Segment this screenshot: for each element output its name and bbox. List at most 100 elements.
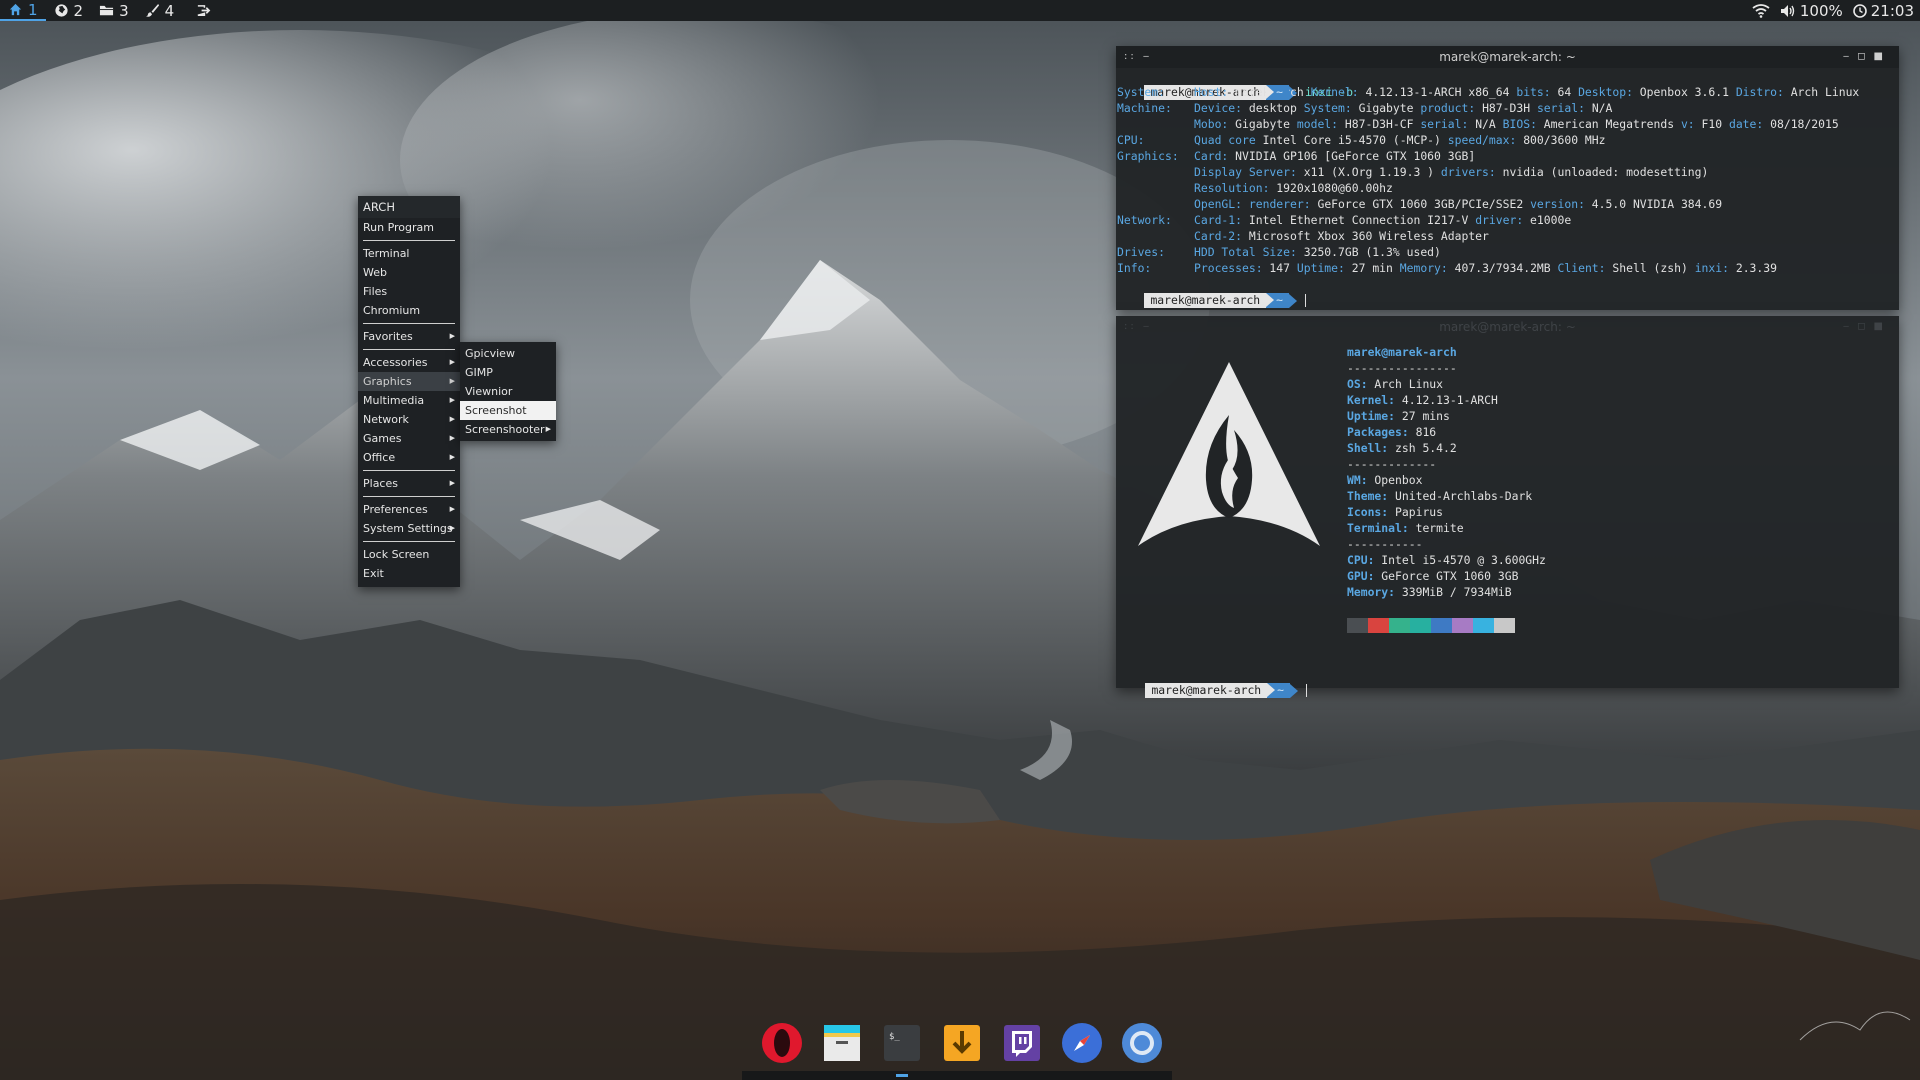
menu-item-places[interactable]: Places ▶ [358, 474, 460, 493]
inxi-value: 147 [1262, 261, 1297, 275]
menu-item-label: Files [363, 285, 388, 298]
workspace-4-button[interactable]: 4 [137, 0, 183, 21]
inxi-key: Card-1: [1194, 213, 1243, 227]
menu-item-games[interactable]: Games ▶ [358, 429, 460, 448]
color-swatch [1431, 618, 1452, 633]
wifi-indicator[interactable] [1752, 3, 1770, 18]
neofetch-rows-hardware: CPU: Intel i5-4570 @ 3.600GHz GPU: GeForc… [1347, 552, 1546, 600]
menu-item-web[interactable]: Web [358, 263, 460, 282]
dock-app-twitch[interactable] [998, 1019, 1046, 1067]
menu-item-label: Games [363, 432, 402, 445]
dock-app-terminal[interactable]: $_ [878, 1019, 926, 1067]
neofetch-row: WM: Openbox [1347, 472, 1546, 488]
inxi-value: 3250.7GB (1.3% used) [1296, 245, 1441, 259]
command-line: marek@marek-arch ~ inxi -b [1116, 68, 1899, 100]
prompt-user: marek@marek-arch [1145, 683, 1268, 698]
inxi-line: Display Server: x11 (X.Org 1.19.3 ) driv… [1116, 164, 1899, 180]
inxi-value: Gigabyte [1351, 101, 1421, 115]
dock-app-file-manager[interactable] [818, 1019, 866, 1067]
minimize-icon[interactable]: ‒ [1843, 51, 1857, 62]
maximize-icon[interactable]: ◻ [1857, 51, 1873, 62]
menu-item-network[interactable]: Network ▶ [358, 410, 460, 429]
terminal-titlebar[interactable]: :: ‒ marek@marek-arch: ~ ‒◻■ [1116, 46, 1899, 68]
color-swatch [1347, 618, 1368, 633]
dock-app-chromium[interactable] [1118, 1019, 1166, 1067]
neofetch-separator: ----------- [1347, 537, 1423, 551]
submenu-item-gimp[interactable]: GIMP [460, 363, 556, 382]
submenu-item-gpicview[interactable]: Gpicview [460, 344, 556, 363]
inxi-value: 2.3.39 [1728, 261, 1777, 275]
menu-item-chromium[interactable]: Chromium [358, 301, 460, 320]
neofetch-key: OS: [1347, 377, 1368, 391]
inxi-line: OpenGL: renderer: GeForce GTX 1060 3GB/P… [1116, 196, 1899, 212]
window-controls[interactable]: ‒◻■ [1843, 316, 1891, 338]
clock[interactable]: 21:03 [1852, 2, 1914, 20]
neofetch-row: Icons: Papirus [1347, 504, 1546, 520]
menu-item-label: Web [363, 266, 387, 279]
workspace-3-button[interactable]: 3 [91, 0, 137, 21]
inxi-key: Client: [1557, 261, 1606, 275]
terminal-window-neofetch[interactable]: :: ‒ marek@marek-arch: ~ ‒◻■ marek@marek… [1116, 316, 1899, 698]
neofetch-separator: ------------- [1347, 457, 1437, 471]
neofetch-row: GPU: GeForce GTX 1060 3GB [1347, 568, 1546, 584]
download-icon [944, 1025, 980, 1061]
close-icon[interactable]: ■ [1874, 321, 1891, 332]
inxi-value: Gigabyte [1228, 117, 1297, 131]
submenu-item-viewnior[interactable]: Viewnior [460, 382, 556, 401]
neofetch-value: Intel i5-4570 @ 3.600GHz [1374, 553, 1546, 567]
color-swatch [1494, 618, 1515, 633]
top-panel: 1 2 3 4 100% 21:03 [0, 0, 1920, 21]
menu-item-multimedia[interactable]: Multimedia ▶ [358, 391, 460, 410]
home-icon [9, 3, 22, 16]
inxi-value: N/A [1584, 101, 1613, 115]
terminal-titlebar[interactable]: :: ‒ marek@marek-arch: ~ ‒◻■ [1116, 316, 1899, 338]
maximize-icon[interactable]: ◻ [1857, 321, 1873, 332]
dock-app-safari[interactable] [1058, 1019, 1106, 1067]
menu-item-favorites[interactable]: Favorites ▶ [358, 327, 460, 346]
file-manager-icon [824, 1025, 860, 1061]
menu-item-label: Exit [363, 567, 384, 580]
inxi-value: desktop [1242, 101, 1304, 115]
inxi-section-label: Graphics: [1117, 149, 1179, 163]
menu-item-run-program[interactable]: Run Program [358, 218, 460, 237]
menu-item-accessories[interactable]: Accessories ▶ [358, 353, 460, 372]
submenu-arrow-icon: ▶ [449, 415, 455, 423]
color-swatch [1389, 618, 1410, 633]
window-menu-icon[interactable]: :: ‒ [1124, 316, 1152, 338]
submenu-item-screenshot[interactable]: Screenshot [460, 401, 556, 420]
menu-item-terminal[interactable]: Terminal [358, 244, 460, 263]
menu-item-preferences[interactable]: Preferences ▶ [358, 500, 460, 519]
neofetch-row: Kernel: 4.12.13-1-ARCH [1347, 392, 1546, 408]
menu-title: ARCH [358, 196, 460, 218]
window-controls[interactable]: ‒◻■ [1843, 46, 1891, 68]
workspace-1-button[interactable]: 1 [0, 0, 46, 21]
workspace-2-button[interactable]: 2 [46, 0, 92, 21]
dock-app-opera[interactable] [758, 1019, 806, 1067]
submenu-item-screenshooter[interactable]: Screenshooter ▶ [460, 420, 556, 439]
workspace-label: 3 [119, 1, 129, 20]
window-menu-icon[interactable]: :: ‒ [1124, 46, 1152, 68]
menu-item-files[interactable]: Files [358, 282, 460, 301]
logout-button[interactable] [196, 3, 211, 18]
submenu-arrow-icon: ▶ [449, 358, 455, 366]
command-line[interactable]: marek@marek-arch ~ [1117, 666, 1308, 698]
prompt-user: marek@marek-arch [1144, 293, 1267, 308]
menu-item-system-settings[interactable]: System Settings ▶ [358, 519, 460, 538]
close-icon[interactable]: ■ [1874, 51, 1891, 62]
inxi-value: H87-D3H [1475, 101, 1537, 115]
inxi-value [1242, 197, 1249, 211]
volume-indicator[interactable]: 100% [1780, 2, 1843, 20]
menu-item-exit[interactable]: Exit [358, 564, 460, 583]
menu-item-graphics[interactable]: Graphics ▶ [358, 372, 460, 391]
menu-item-lock-screen[interactable]: Lock Screen [358, 545, 460, 564]
menu-item-office[interactable]: Office ▶ [358, 448, 460, 467]
neofetch-value: GeForce GTX 1060 3GB [1374, 569, 1519, 583]
command-line[interactable]: marek@marek-arch ~ [1116, 276, 1899, 308]
inxi-key: Card-2: [1194, 229, 1243, 243]
submenu-arrow-icon: ▶ [449, 434, 455, 442]
terminal-window-inxi[interactable]: :: ‒ marek@marek-arch: ~ ‒◻■ marek@marek… [1116, 46, 1899, 310]
dock-app-downloader[interactable] [938, 1019, 986, 1067]
minimize-icon[interactable]: ‒ [1843, 321, 1857, 332]
inxi-key: product: [1420, 101, 1476, 115]
inxi-line: Mobo: Gigabyte model: H87-D3H-CF serial:… [1116, 116, 1899, 132]
